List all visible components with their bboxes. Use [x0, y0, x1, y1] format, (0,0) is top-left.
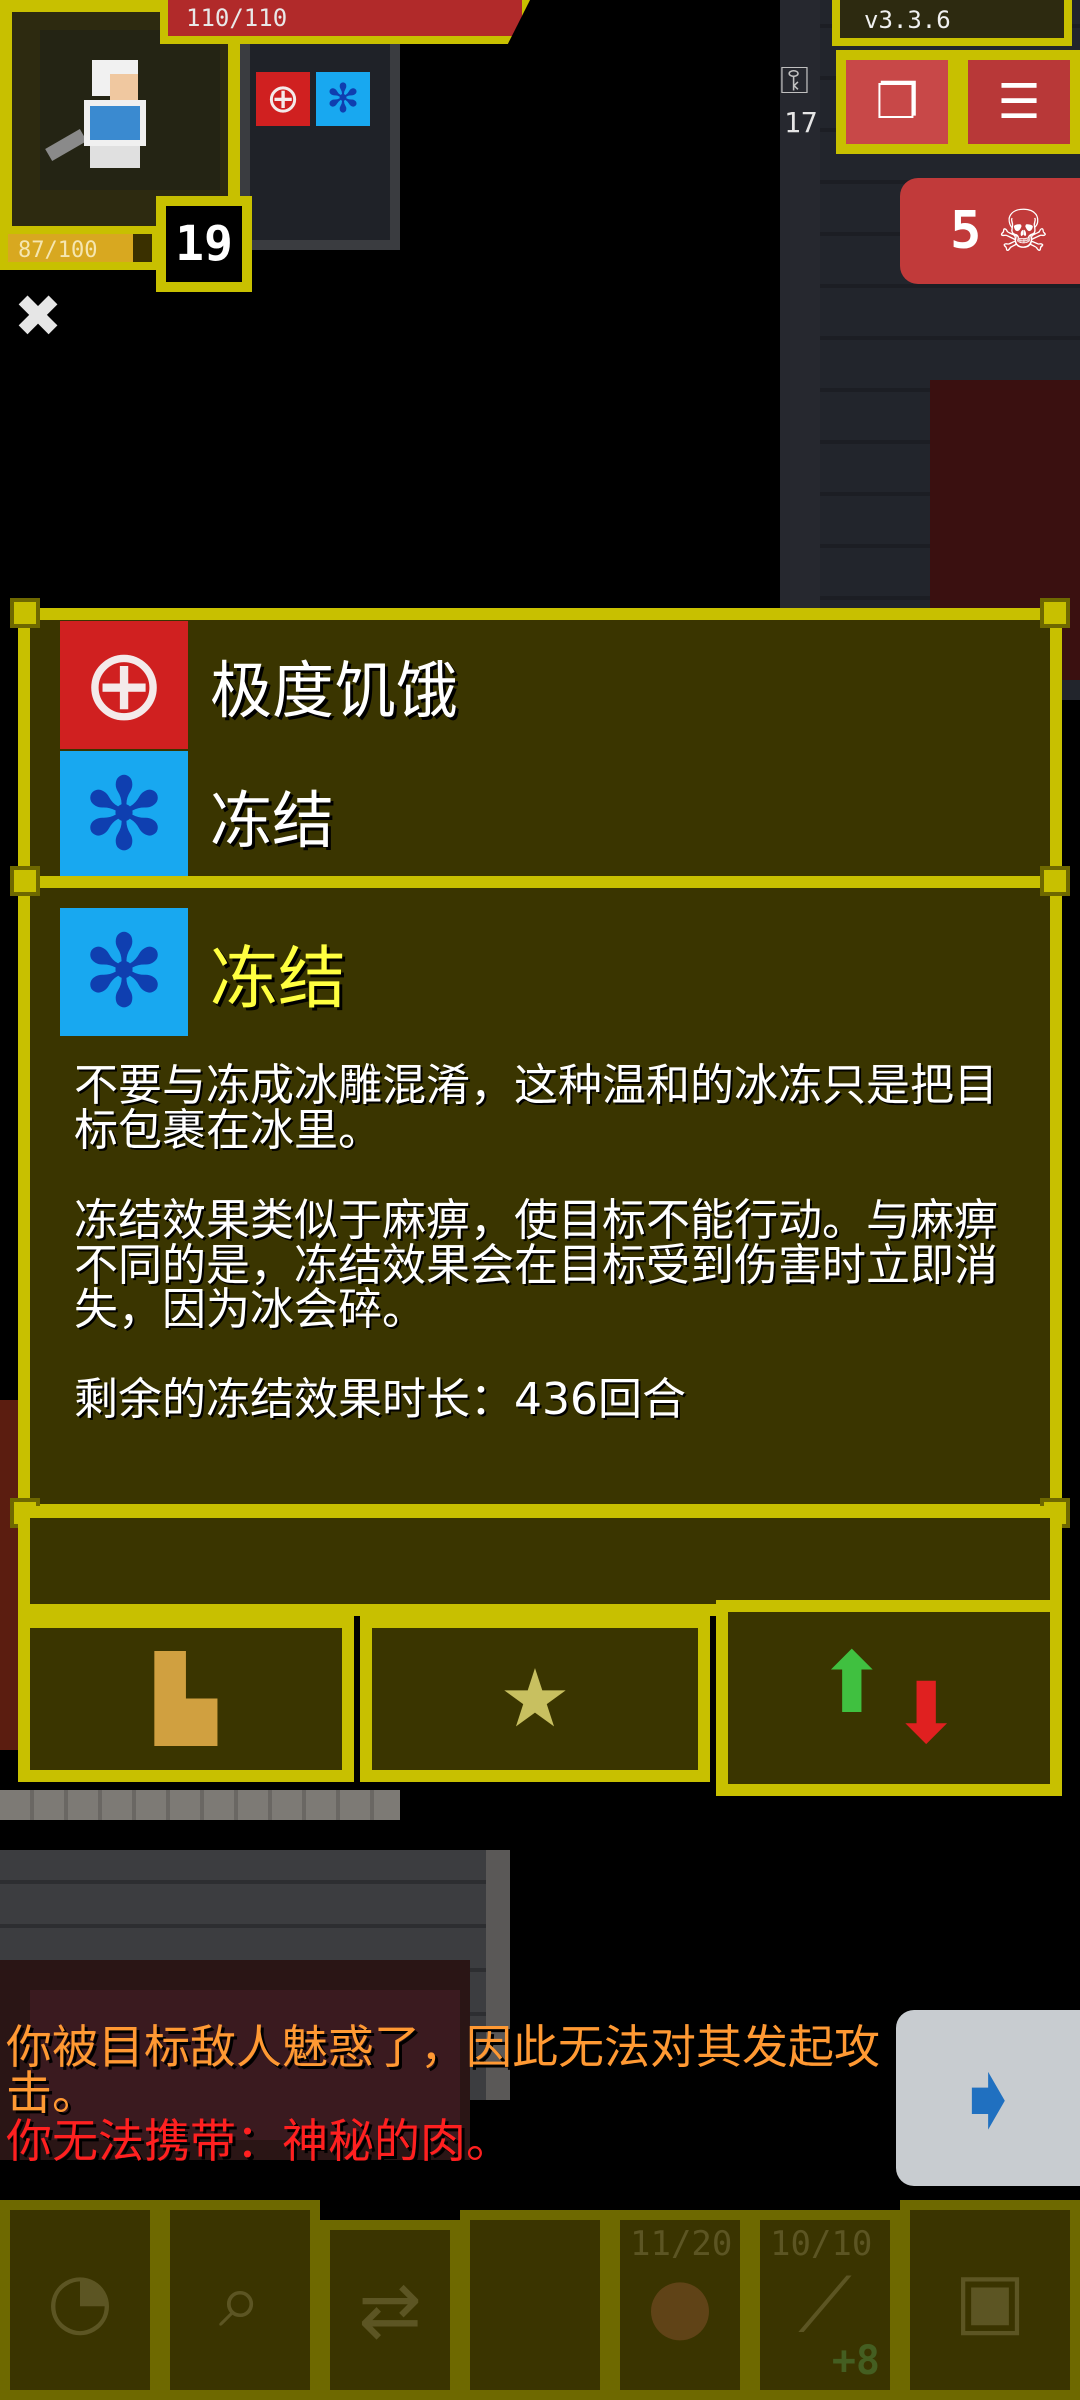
resume-arrow-icon: ➧	[950, 2045, 1026, 2151]
tab-journal[interactable]: ▙	[18, 1616, 354, 1782]
frozen-icon: ✻	[60, 751, 188, 879]
log-line: 你无法携带：神秘的肉。	[6, 2114, 512, 2168]
dungeon-stone-ledge	[0, 1790, 400, 1820]
health-text: 110/110	[186, 4, 288, 32]
quickslot-2[interactable]: 11/20 ●	[610, 2210, 750, 2400]
quickslot-swap-button[interactable]: ⇄	[320, 2220, 460, 2400]
backpack-icon: ▣	[954, 2255, 1026, 2344]
clock-icon: ◔	[46, 2255, 114, 2344]
version-label: v3.3.6	[832, 0, 1072, 46]
resume-button[interactable]: ➧	[896, 2010, 1080, 2186]
swap-icon: ⇄	[358, 2265, 422, 2354]
quickslot-3[interactable]: 10/10 ⟋ +8	[750, 2210, 900, 2400]
danger-indicator-button[interactable]: 5 ☠	[900, 178, 1080, 284]
status-list-window: ⊕ 极度饥饿 ✻ 冻结	[18, 608, 1062, 908]
arrow-up-icon: ⬆	[816, 1634, 887, 1732]
wait-button[interactable]: ◔	[0, 2200, 160, 2400]
detail-header: ✻ 冻结	[60, 908, 346, 1036]
search-button[interactable]: ⌕	[160, 2200, 320, 2400]
detail-title: 冻结	[210, 939, 347, 1019]
status-label: 冻结	[210, 784, 335, 857]
status-label: 极度饥饿	[210, 654, 459, 727]
hero-body	[84, 100, 146, 146]
danger-count: 5	[950, 201, 982, 261]
message-log: 你被目标敌人魅惑了，因此无法对其发起攻击。 你无法携带：神秘的肉。	[6, 2024, 886, 2164]
frozen-icon: ✻	[60, 908, 188, 1036]
quickslot-bonus: +8	[831, 2338, 880, 2384]
window-corner	[10, 598, 40, 628]
key-icon: ⚿	[780, 58, 809, 102]
backpack-button[interactable]: ▣	[900, 2200, 1080, 2400]
experience-text: 87/100	[18, 238, 98, 263]
bottom-toolbar: ◔ ⌕ ⇄ 11/20 ● 10/10 ⟋ +8 ▣	[0, 2190, 1080, 2400]
window-corner	[1040, 866, 1070, 896]
buff-icons: ⊕ ✻	[256, 72, 370, 126]
status-detail-window: ✻ 冻结 不要与冻成冰雕混淆，这种温和的冰冻只是把目标包裹在冰里。 冻结效果类似…	[18, 876, 1062, 1516]
window-corner	[1040, 598, 1070, 628]
star-icon: ★	[499, 1652, 571, 1745]
hunger-icon: ⊕	[60, 621, 188, 749]
pouch-icon: ●	[646, 2260, 714, 2349]
key-count: 17	[784, 106, 818, 139]
frozen-icon[interactable]: ✻	[316, 72, 370, 126]
quickslot-1[interactable]	[460, 2210, 610, 2400]
window-corner	[10, 866, 40, 896]
hunger-icon[interactable]: ⊕	[256, 72, 310, 126]
tab-badges[interactable]: ★	[360, 1616, 710, 1782]
wand-icon: ⟋	[798, 2260, 852, 2349]
menu-button[interactable]: ☰	[958, 50, 1080, 154]
status-list-item-frozen[interactable]: ✻ 冻结	[30, 750, 1050, 880]
quickslot-count: 10/10	[770, 2224, 873, 2264]
hero-legs	[90, 146, 140, 168]
journal-icon: ❐	[875, 74, 919, 130]
tab-sort[interactable]: ⬆ ⬇	[716, 1600, 1062, 1796]
log-line: 你被目标敌人魅惑了，因此无法对其发起攻击。	[6, 2020, 880, 2120]
menu-icon: ☰	[997, 74, 1041, 130]
skull-icon: ☠	[997, 197, 1050, 265]
health-bar: 110/110	[160, 0, 530, 44]
sort-arrows-icon: ⬆ ⬇	[817, 1641, 962, 1755]
status-list-item-hunger[interactable]: ⊕ 极度饥饿	[30, 620, 1050, 750]
arrow-down-icon: ⬇	[891, 1664, 962, 1762]
books-icon: ▙	[155, 1652, 217, 1745]
crossed-bones-icon[interactable]: ✖	[6, 284, 70, 348]
hero-avatar	[45, 60, 160, 170]
experience-bar: 87/100	[0, 226, 160, 270]
detail-description: 不要与冻成冰雕混淆，这种温和的冰冻只是把目标包裹在冰里。 冻结效果类似于麻痹，使…	[74, 1060, 998, 1426]
level-badge: 19	[156, 196, 252, 292]
journal-button[interactable]: ❐	[836, 50, 958, 154]
magnifier-icon: ⌕	[218, 2255, 262, 2344]
hero-face	[110, 74, 138, 100]
quickslot-count: 11/20	[630, 2224, 733, 2264]
